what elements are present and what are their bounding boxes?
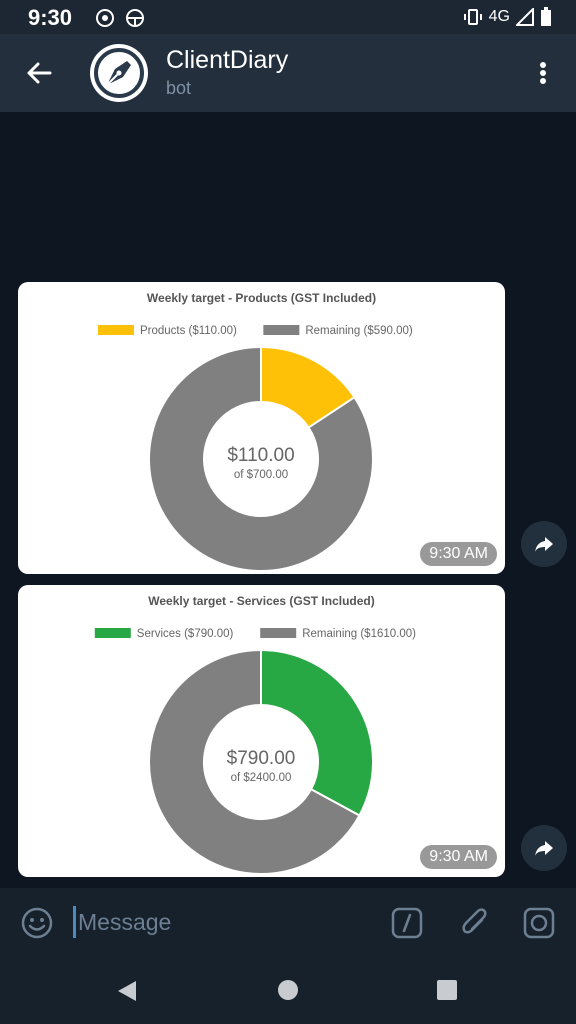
- camera-icon[interactable]: [522, 906, 556, 940]
- bot-command-icon[interactable]: [390, 906, 424, 940]
- emoji-icon[interactable]: [20, 906, 54, 940]
- nav-home-icon[interactable]: [276, 978, 300, 1002]
- text-caret: [73, 906, 76, 938]
- network-type: 4G: [488, 8, 510, 25]
- sync-icon: [96, 9, 114, 27]
- legend-swatch: [263, 325, 300, 335]
- legend-swatch: [94, 628, 131, 638]
- center-value: $790.00: [227, 748, 296, 769]
- vibrate-icon: [463, 9, 482, 25]
- chart-title: Weekly target - Products (GST Included): [147, 291, 376, 305]
- share-button[interactable]: [521, 825, 567, 871]
- message-time: 9:30 AM: [420, 845, 497, 869]
- steering-icon: [126, 9, 144, 27]
- message-input[interactable]: [78, 904, 368, 940]
- legend-label: Services ($790.00): [137, 628, 234, 640]
- chat-header: ClientDiary bot: [0, 34, 576, 112]
- legend-swatch: [97, 325, 134, 335]
- services-donut-chart: Weekly target - Services (GST Included) S…: [94, 594, 416, 875]
- chat-subtitle: bot: [166, 78, 192, 98]
- back-arrow-icon[interactable]: [22, 56, 56, 90]
- share-icon: [535, 537, 553, 552]
- system-nav-bar: [0, 958, 576, 1024]
- signal-icon: [516, 8, 534, 26]
- chart-message-services[interactable]: Weekly target - Services (GST Included) S…: [18, 585, 505, 877]
- share-button[interactable]: [521, 521, 567, 567]
- nav-back-icon[interactable]: [114, 978, 140, 1004]
- paperclip-icon[interactable]: [458, 906, 492, 940]
- more-vert-icon[interactable]: [532, 56, 554, 90]
- legend-label: Remaining ($1610.00): [302, 628, 416, 640]
- legend-swatch: [260, 628, 297, 638]
- notification-icons: [94, 7, 146, 29]
- message-input-bar: [0, 888, 576, 958]
- donut-slice: [260, 648, 374, 817]
- center-subvalue: of $2400.00: [231, 772, 292, 784]
- pen-nib-logo-icon: [94, 48, 144, 98]
- center-subvalue: of $700.00: [234, 469, 288, 481]
- products-donut-chart: Weekly target - Products (GST Included) P…: [97, 291, 413, 572]
- nav-recents-icon[interactable]: [436, 979, 458, 1001]
- chart-message-products[interactable]: Weekly target - Products (GST Included) P…: [18, 282, 505, 574]
- share-icon: [535, 841, 553, 856]
- chat-title: ClientDiary: [166, 46, 289, 74]
- status-time: 9:30: [28, 5, 73, 30]
- center-value: $110.00: [227, 445, 294, 466]
- avatar[interactable]: [90, 44, 148, 102]
- status-right: 4G: [463, 7, 552, 27]
- legend-label: Remaining ($590.00): [305, 325, 413, 337]
- chart-title: Weekly target - Services (GST Included): [148, 594, 375, 608]
- chat-area[interactable]: Weekly target - Products (GST Included) P…: [0, 112, 576, 888]
- message-time: 9:30 AM: [420, 542, 497, 566]
- status-bar: 9:30 4G: [0, 0, 576, 34]
- legend-label: Products ($110.00): [140, 325, 237, 337]
- battery-icon: [541, 7, 551, 26]
